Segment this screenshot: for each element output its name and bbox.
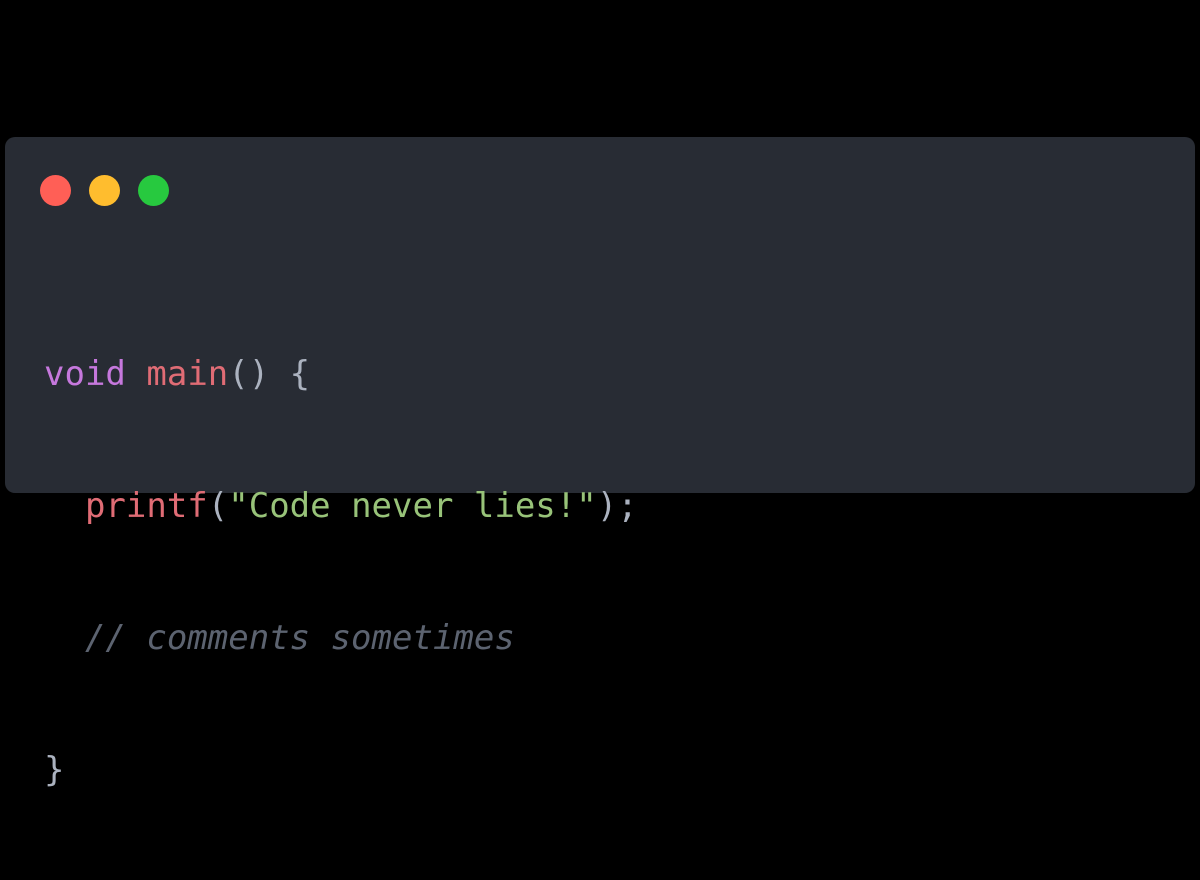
code-line-4: }: [44, 748, 638, 792]
closing-brace: }: [44, 750, 65, 790]
keyword-void: void: [44, 354, 126, 394]
code-line-1: void main() {: [44, 352, 638, 396]
code-line-3: // comments sometimes: [44, 616, 638, 660]
string-literal: "Code never lies!": [228, 486, 597, 526]
punctuation-close: );: [596, 486, 638, 526]
function-main: main: [146, 354, 229, 394]
punctuation-open: (: [207, 486, 229, 526]
punctuation: () {: [228, 354, 311, 394]
maximize-icon[interactable]: [138, 175, 169, 206]
code-comment: // comments sometimes: [84, 618, 515, 658]
code-window: void main() { printf("Code never lies!")…: [5, 137, 1195, 790]
window-controls: [40, 175, 169, 206]
code-block: void main() { printf("Code never lies!")…: [44, 264, 638, 880]
minimize-icon[interactable]: [89, 175, 120, 206]
close-icon[interactable]: [40, 175, 71, 206]
code-line-2: printf("Code never lies!");: [44, 484, 638, 528]
function-printf: printf: [84, 486, 208, 526]
